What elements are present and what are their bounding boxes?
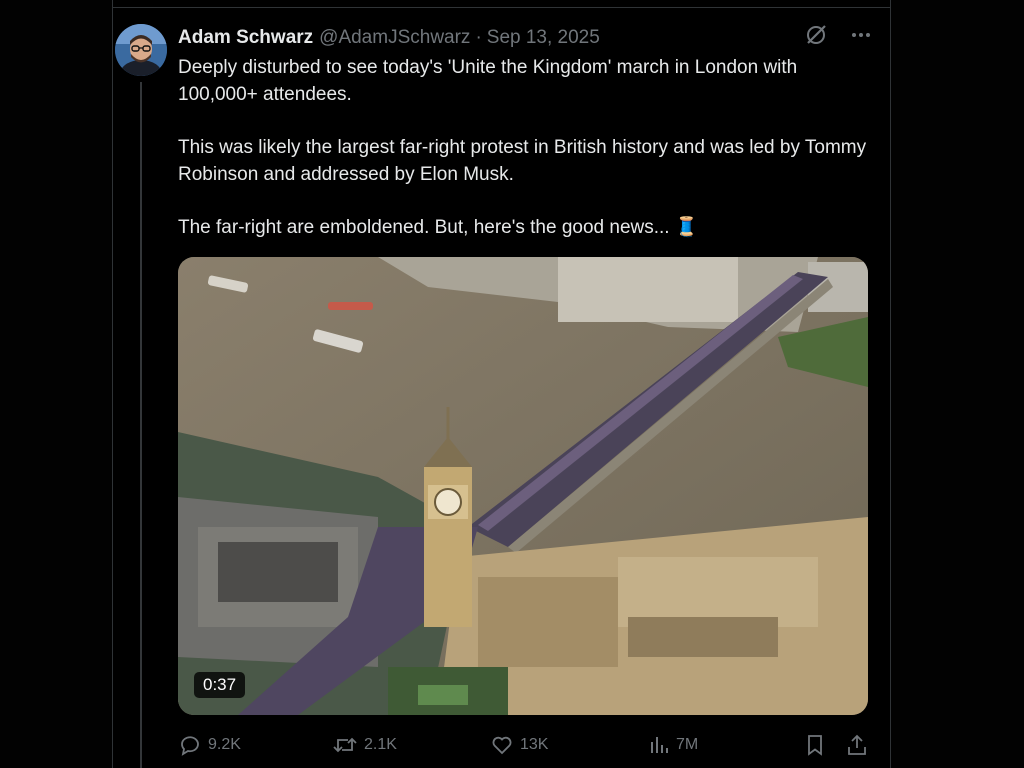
author-name[interactable]: Adam Schwarz <box>178 27 313 49</box>
tweet-text: Deeply disturbed to see today's 'Unite t… <box>178 55 868 269</box>
divider <box>113 7 890 8</box>
aerial-video-frame <box>178 257 868 715</box>
reply-count: 9.2K <box>208 736 241 753</box>
reply-icon <box>178 733 202 757</box>
tweet-actions: 9.2K 2.1K 13K 7M <box>178 733 868 759</box>
avatar-image <box>115 24 167 76</box>
author-handle[interactable]: @AdamJSchwarz <box>319 27 470 49</box>
share-icon <box>846 733 868 757</box>
views-icon <box>648 733 670 757</box>
avatar[interactable] <box>115 24 167 76</box>
thread-line <box>140 82 142 768</box>
tweet-date[interactable]: Sep 13, 2025 <box>487 27 600 49</box>
more-icon[interactable] <box>850 24 872 52</box>
like-count: 13K <box>520 736 549 753</box>
views-button[interactable]: 7M <box>648 733 698 757</box>
video-duration: 0:37 <box>194 672 246 698</box>
like-button[interactable]: 13K <box>490 733 548 757</box>
reply-button[interactable]: 9.2K <box>178 733 241 757</box>
repost-count: 2.1K <box>364 736 397 753</box>
tweet-paragraph-1: Deeply disturbed to see today's 'Unite t… <box>178 57 798 105</box>
share-button[interactable] <box>846 733 868 757</box>
grok-icon[interactable] <box>804 23 828 53</box>
tweet-header: Adam Schwarz @AdamJSchwarz · Sep 13, 202… <box>178 23 872 53</box>
tweet-paragraph-3: The far-right are emboldened. But, here'… <box>178 217 699 238</box>
header-actions <box>804 23 872 53</box>
bookmark-icon <box>804 733 826 757</box>
video-player[interactable]: 0:37 <box>178 257 868 715</box>
repost-icon <box>332 733 358 757</box>
bookmark-button[interactable] <box>804 733 826 757</box>
tweet-column: Adam Schwarz @AdamJSchwarz · Sep 13, 202… <box>112 0 891 768</box>
repost-button[interactable]: 2.1K <box>332 733 397 757</box>
tweet-paragraph-2: This was likely the largest far-right pr… <box>178 137 867 185</box>
right-background <box>890 0 1024 768</box>
header-separator: · <box>475 27 482 48</box>
left-background <box>0 0 112 768</box>
views-count: 7M <box>676 736 699 753</box>
like-icon <box>490 733 514 757</box>
